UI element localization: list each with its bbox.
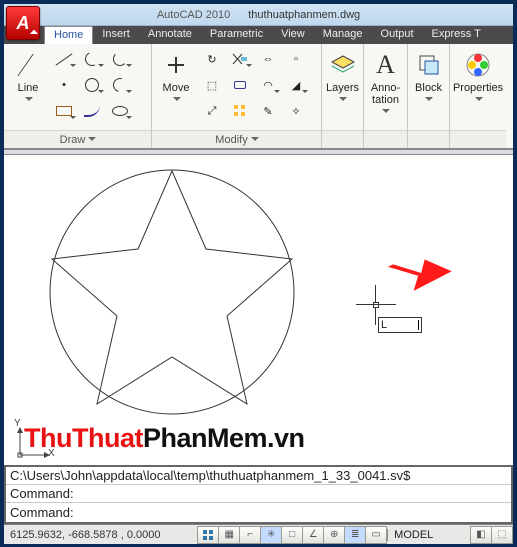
- arc-tool[interactable]: [79, 47, 105, 71]
- ribbon: Line • Draw Move: [4, 44, 513, 149]
- dyn-toggle[interactable]: ⊕: [323, 526, 345, 544]
- trim-tool[interactable]: [227, 47, 253, 71]
- snap-toggle[interactable]: [197, 526, 219, 544]
- lwt-toggle[interactable]: ≣: [344, 526, 366, 544]
- text-icon: A: [371, 50, 401, 80]
- explode-tool[interactable]: ✧: [283, 99, 309, 123]
- scale-tool[interactable]: ▫: [283, 47, 309, 71]
- dropdown-icon: [173, 96, 180, 103]
- tab-output[interactable]: Output: [372, 26, 423, 44]
- line-button[interactable]: Line: [8, 47, 48, 106]
- move-label: Move: [163, 82, 190, 94]
- chamfer-tool[interactable]: ◢: [283, 73, 309, 97]
- panel-draw-title[interactable]: Draw: [4, 130, 151, 148]
- command-history-line: C:\Users\John\appdata\local\temp\thuthua…: [6, 467, 511, 485]
- dropdown-icon: [25, 96, 32, 103]
- panel-draw: Line • Draw: [4, 44, 152, 148]
- panel-layers: Layers: [322, 44, 364, 148]
- watermark: ThuThuatPhanMem.vn: [24, 423, 305, 454]
- color-wheel-icon: [463, 50, 493, 80]
- annotation-button[interactable]: A Anno-tation: [368, 47, 404, 118]
- layers-button[interactable]: Layers: [323, 47, 362, 106]
- dynamic-input[interactable]: L: [378, 317, 422, 333]
- line-label: Line: [18, 82, 39, 94]
- copy-tool[interactable]: ⬚: [199, 73, 225, 97]
- properties-button[interactable]: Properties: [453, 47, 503, 106]
- dropdown-icon: [88, 136, 95, 143]
- block-icon: [414, 50, 444, 80]
- stretch-tool[interactable]: ⤢: [199, 99, 225, 123]
- draw-tools: •: [51, 47, 133, 123]
- rectangle-tool[interactable]: [51, 99, 77, 123]
- ellipse-tool[interactable]: [107, 99, 133, 123]
- arc3-tool[interactable]: [107, 73, 133, 97]
- line-icon: [13, 50, 43, 80]
- grid-toggle[interactable]: ▦: [218, 526, 240, 544]
- otrack-toggle[interactable]: ∠: [302, 526, 324, 544]
- tab-express[interactable]: Express T: [423, 26, 490, 44]
- command-prompt: Command:: [10, 505, 74, 520]
- app-name: AutoCAD 2010: [157, 9, 230, 21]
- modify-tools: ↻ ⇔ ▫ ⬚ ◠ ◢ ⤢ ✎ ✧: [199, 47, 309, 123]
- panel-modify: Move ↻ ⇔ ▫ ⬚ ◠ ◢ ⤢ ✎ ✧ Modify: [152, 44, 322, 148]
- erase-tool[interactable]: ✎: [255, 99, 281, 123]
- dot-tool[interactable]: •: [51, 73, 77, 97]
- tab-view[interactable]: View: [272, 26, 314, 44]
- ribbon-tabs: Home Insert Annotate Parametric View Man…: [4, 26, 513, 44]
- offset-tool[interactable]: [227, 73, 253, 97]
- command-history-line: Command:: [6, 485, 511, 503]
- title-bar: AutoCAD 2010 thuthuatphanmem.dwg: [4, 4, 513, 26]
- dropdown-icon: [251, 136, 258, 143]
- status-bar: 6125.9632, -668.5878 , 0.0000 ▦ ⌐ ✳ □ ∠ …: [4, 524, 513, 544]
- panel-layers-title: [322, 130, 363, 148]
- command-input[interactable]: [77, 505, 507, 520]
- coordinates-readout: 6125.9632, -668.5878 , 0.0000: [4, 529, 166, 541]
- document-name: thuthuatphanmem.dwg: [248, 9, 360, 21]
- osnap-toggle[interactable]: □: [281, 526, 303, 544]
- panel-properties-title: [450, 130, 506, 148]
- status-extra-1[interactable]: ◧: [470, 526, 492, 544]
- panel-block: Block: [408, 44, 450, 148]
- tab-parametric[interactable]: Parametric: [201, 26, 272, 44]
- layers-icon: [328, 50, 358, 80]
- command-window[interactable]: C:\Users\John\appdata\local\temp\thuthua…: [4, 465, 513, 524]
- dropdown-icon: [475, 96, 482, 103]
- tab-insert[interactable]: Insert: [93, 26, 139, 44]
- drawing-content: [12, 159, 332, 439]
- array-tool[interactable]: [227, 99, 253, 123]
- tab-annotate[interactable]: Annotate: [139, 26, 201, 44]
- annotation-arrow: [382, 240, 456, 310]
- drawing-canvas[interactable]: L Y X ThuThuatPhanMem.vn: [4, 155, 513, 465]
- model-space-label[interactable]: MODEL: [387, 529, 439, 541]
- dropdown-icon: [425, 96, 432, 103]
- rotate-tool[interactable]: ↻: [199, 47, 225, 71]
- panel-annotation: A Anno-tation: [364, 44, 408, 148]
- panel-block-title: [408, 130, 449, 148]
- spline-tool[interactable]: [79, 99, 105, 123]
- app-menu-button[interactable]: A: [6, 6, 40, 40]
- fillet-tool[interactable]: ◠: [255, 73, 281, 97]
- tab-manage[interactable]: Manage: [314, 26, 372, 44]
- panel-properties: Properties: [450, 44, 506, 148]
- panel-modify-title[interactable]: Modify: [152, 130, 321, 148]
- panel-annotation-title: [364, 130, 407, 148]
- ortho-toggle[interactable]: ⌐: [239, 526, 261, 544]
- block-button[interactable]: Block: [411, 47, 447, 106]
- mirror-tool[interactable]: ⇔: [255, 47, 281, 71]
- dropdown-icon: [382, 108, 389, 115]
- status-extra-2[interactable]: ⬚: [491, 526, 513, 544]
- curve2-tool[interactable]: [107, 47, 133, 71]
- status-toggles: ▦ ⌐ ✳ □ ∠ ⊕ ≣ ▭: [198, 526, 387, 544]
- polar-toggle[interactable]: ✳: [260, 526, 282, 544]
- circle-tool[interactable]: [79, 73, 105, 97]
- move-button[interactable]: Move: [156, 47, 196, 106]
- dropdown-icon: [339, 96, 346, 103]
- line-segment-tool[interactable]: [51, 47, 77, 71]
- qp-toggle[interactable]: ▭: [365, 526, 387, 544]
- tab-home[interactable]: Home: [44, 26, 93, 44]
- move-icon: [161, 50, 191, 80]
